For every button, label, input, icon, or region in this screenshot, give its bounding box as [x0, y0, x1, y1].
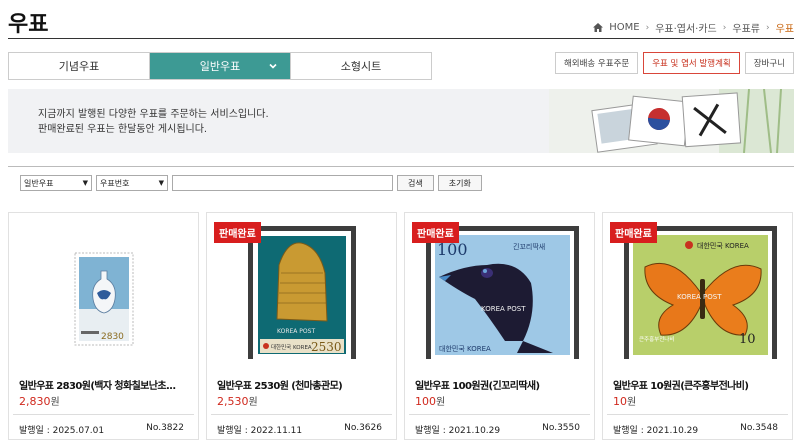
- banner-stamps-illustration: [549, 89, 794, 153]
- price-unit: 원: [248, 397, 258, 408]
- sold-out-badge: 판매완료: [412, 222, 459, 243]
- chevron-right-icon: ›: [722, 22, 727, 33]
- sold-out-badge: 판매완료: [214, 222, 261, 243]
- price-unit: 원: [436, 397, 446, 408]
- issue-plan-button[interactable]: 우표 및 엽서 발행계획: [643, 52, 740, 74]
- search-filters: 일반우표 ▼ 우표번호 ▼ 검색 초기화: [20, 175, 482, 191]
- stamp-country: 대한민국 KOREA: [697, 241, 749, 250]
- stamp-country: 대한민국 KOREA: [271, 343, 312, 351]
- stamp-denomination: 10: [739, 332, 756, 347]
- stamp-post-text: KOREA POST: [677, 293, 722, 301]
- tab-label: 기념우표: [58, 60, 100, 73]
- card-divider: [13, 414, 194, 415]
- section-divider: [8, 166, 794, 167]
- issue-date: 발행일 : 2025.07.01: [19, 426, 105, 436]
- stamp-number: No.3822: [146, 423, 184, 433]
- chevron-right-icon: ›: [645, 22, 650, 33]
- card-divider: [409, 414, 590, 415]
- stamp-number: No.3626: [344, 423, 382, 433]
- search-button[interactable]: 검색: [397, 175, 434, 191]
- tab-souvenir-sheet[interactable]: 소형시트: [291, 53, 431, 79]
- price-unit: 원: [627, 397, 637, 408]
- field-select-value: 우표번호: [100, 178, 130, 188]
- breadcrumb-item[interactable]: 우표·엽서·카드: [655, 20, 717, 35]
- chevron-down-icon: [268, 61, 278, 74]
- tab-label: 일반우표: [199, 60, 241, 73]
- banner-line: 지금까지 발행된 다양한 우표를 주문하는 서비스입니다.: [38, 109, 269, 120]
- chevron-right-icon: ›: [765, 22, 770, 33]
- chevron-down-icon: ▼: [158, 179, 164, 187]
- category-select-value: 일반우표: [24, 178, 54, 188]
- tab-regular[interactable]: 일반우표: [150, 53, 291, 79]
- stamp-species: 긴꼬리딱새: [513, 242, 545, 251]
- product-price: 2,830: [19, 395, 51, 408]
- product-name[interactable]: 일반우표 2530원 (천마총관모): [217, 377, 389, 392]
- product-card[interactable]: 2830 일반우표 2830원(백자 청화칠보난초... 2,830원 발행일 …: [8, 212, 199, 440]
- stamp-species: 큰주홍부전나비: [639, 335, 674, 343]
- product-card[interactable]: 대한민국 KOREA KOREA POST 큰주홍부전나비 10 판매완료 일반…: [602, 212, 793, 440]
- cart-button[interactable]: 장바구니: [744, 52, 794, 74]
- overseas-order-button[interactable]: 해외배송 우표주문: [554, 52, 639, 74]
- card-divider: [211, 414, 392, 415]
- reset-button[interactable]: 초기화: [437, 175, 482, 191]
- price-unit: 원: [50, 397, 60, 408]
- product-price: 2,530: [217, 395, 249, 408]
- product-price: 10: [613, 395, 627, 408]
- title-divider: [8, 38, 794, 39]
- stamp-image[interactable]: 2830: [9, 213, 198, 359]
- stamp-denomination: 2830: [101, 332, 124, 342]
- tab-commemorative[interactable]: 기념우표: [9, 53, 150, 79]
- stamp-post-text: KOREA POST: [277, 328, 315, 335]
- category-select[interactable]: 일반우표 ▼: [20, 175, 92, 191]
- category-tabs: 기념우표 일반우표 소형시트: [8, 52, 432, 80]
- search-input[interactable]: [172, 175, 393, 191]
- banner-line: 판매완료된 우표는 한달동안 게시됩니다.: [38, 124, 208, 135]
- stamp-denomination: 2530: [311, 340, 342, 354]
- issue-date: 발행일 : 2021.10.29: [613, 426, 699, 436]
- stamp-post-text: KOREA POST: [481, 305, 526, 313]
- breadcrumb-item[interactable]: 우표류: [732, 20, 760, 35]
- sold-out-badge: 판매완료: [610, 222, 657, 243]
- product-name[interactable]: 일반우표 2830원(백자 청화칠보난초...: [19, 377, 191, 392]
- home-icon: [593, 23, 604, 32]
- stamp-number: No.3548: [740, 423, 778, 433]
- card-divider: [607, 414, 788, 415]
- breadcrumb-home[interactable]: HOME: [609, 22, 639, 33]
- issue-date: 발행일 : 2022.11.11: [217, 426, 303, 436]
- field-select[interactable]: 우표번호 ▼: [96, 175, 168, 191]
- breadcrumb: HOME › 우표·엽서·카드 › 우표류 › 우표: [593, 20, 794, 35]
- product-name[interactable]: 일반우표 100원권(긴꼬리딱새): [415, 377, 587, 392]
- info-banner: 지금까지 발행된 다양한 우표를 주문하는 서비스입니다. 판매완료된 우표는 …: [8, 89, 794, 153]
- product-card[interactable]: KOREA POST 대한민국 KOREA 2530 판매완료 일반우표 253…: [206, 212, 397, 440]
- page-title: 우표: [8, 12, 49, 37]
- stamp-number: No.3550: [542, 423, 580, 433]
- product-name[interactable]: 일반우표 10원권(큰주홍부전나비): [613, 377, 785, 392]
- product-card[interactable]: 100 긴꼬리딱새 KOREA POST 대한민국 KOREA 판매완료 일반우…: [404, 212, 595, 440]
- stamp-country: 대한민국 KOREA: [439, 344, 491, 353]
- chevron-down-icon: ▼: [82, 179, 88, 187]
- breadcrumb-current: 우표: [775, 24, 794, 35]
- tab-label: 소형시트: [340, 60, 382, 73]
- issue-date: 발행일 : 2021.10.29: [415, 426, 501, 436]
- product-price: 100: [415, 395, 436, 408]
